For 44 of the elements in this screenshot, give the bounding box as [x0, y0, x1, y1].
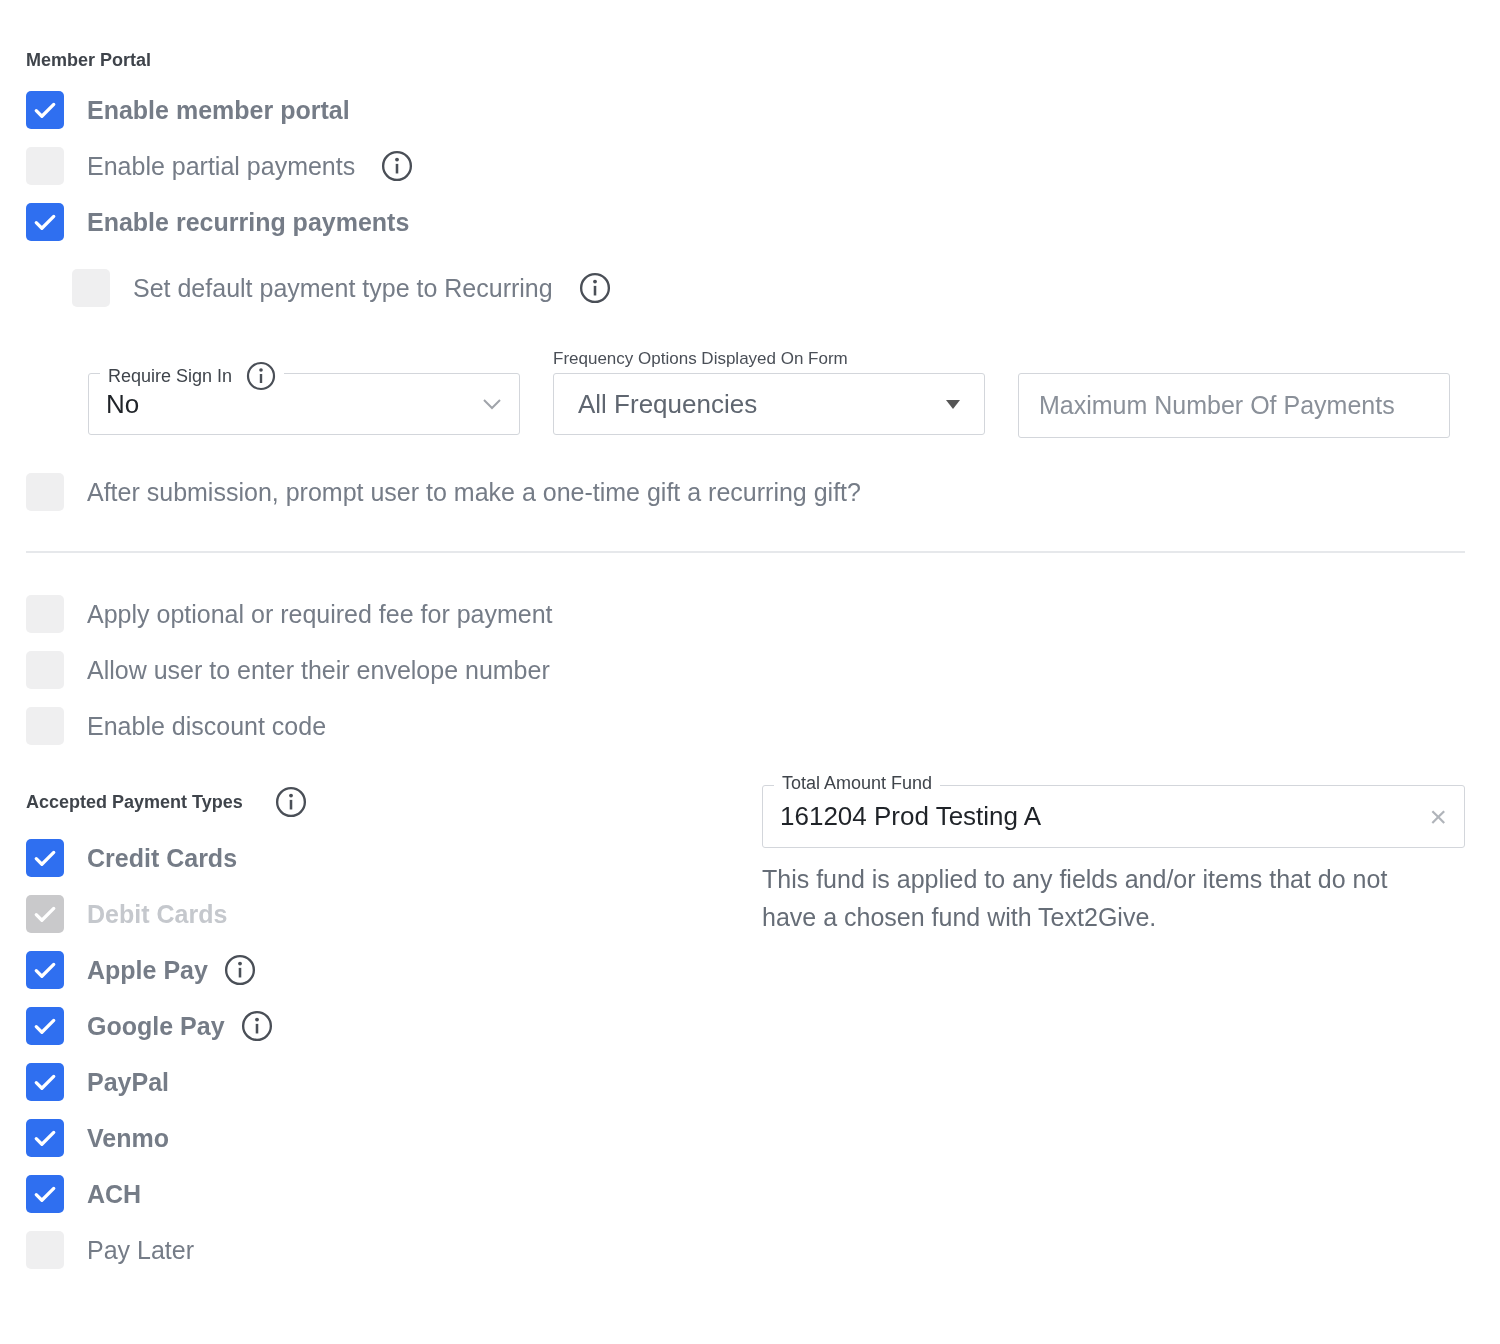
option-label: ACH [87, 1179, 142, 1209]
info-icon[interactable] [381, 150, 414, 182]
option-label: Credit Cards [87, 843, 238, 873]
option-label: Venmo [87, 1123, 169, 1153]
info-icon[interactable] [223, 954, 256, 986]
help-text: This fund is applied to any fields and/or items that do not have a chosen fund with Text2Give. [762, 864, 1389, 933]
checkbox[interactable] [26, 91, 64, 129]
frequency-select[interactable]: All Frequencies [553, 373, 985, 435]
require-sign-in-select[interactable]: Require Sign In No [88, 361, 520, 435]
section-heading: Accepted Payment Types [26, 791, 243, 813]
checkbox[interactable] [26, 203, 64, 241]
max-payments-input[interactable]: Maximum Number Of Payments [1018, 373, 1450, 438]
option-label: Google Pay [87, 1011, 225, 1041]
option-label: Debit Cards [87, 899, 228, 929]
field-label: Frequency Options Displayed On Form [553, 349, 849, 370]
option-label: Enable discount code [87, 711, 327, 741]
option-label: Allow user to enter their envelope number [87, 655, 550, 685]
chevron-down-icon [482, 398, 502, 410]
checkbox[interactable] [26, 839, 64, 877]
field-label: Require Sign In [108, 365, 233, 387]
checkbox[interactable] [26, 951, 64, 989]
caret-down-icon [946, 399, 960, 409]
option-label: Apple Pay [87, 955, 208, 985]
select-value: No [106, 388, 140, 420]
checkbox[interactable] [26, 1063, 64, 1101]
option-label: After submission, prompt user to make a one-time gift a recurring gift? [87, 477, 861, 507]
checkbox[interactable] [26, 1175, 64, 1213]
info-icon[interactable] [240, 1010, 273, 1042]
option-label: Pay Later [87, 1235, 194, 1265]
info-icon[interactable] [246, 361, 277, 391]
section-heading: Member Portal [26, 50, 153, 71]
option-label: Set default payment type to Recurring [133, 273, 553, 303]
option-label: Enable member portal [87, 95, 350, 125]
info-icon[interactable] [578, 272, 611, 304]
fund-select[interactable]: Total Amount Fund 161204 Prod Testing A × [762, 773, 1465, 848]
field-label: Total Amount Fund [782, 773, 933, 794]
option-label: Enable recurring payments [87, 207, 410, 237]
info-icon[interactable] [274, 786, 307, 818]
checkbox[interactable] [26, 1119, 64, 1157]
option-label: Enable partial payments [87, 151, 356, 181]
option-label: PayPal [87, 1067, 169, 1097]
option-label: Apply optional or required fee for payment [87, 599, 553, 629]
checkbox[interactable] [26, 1007, 64, 1045]
select-value: 161204 Prod Testing A [780, 801, 1042, 832]
